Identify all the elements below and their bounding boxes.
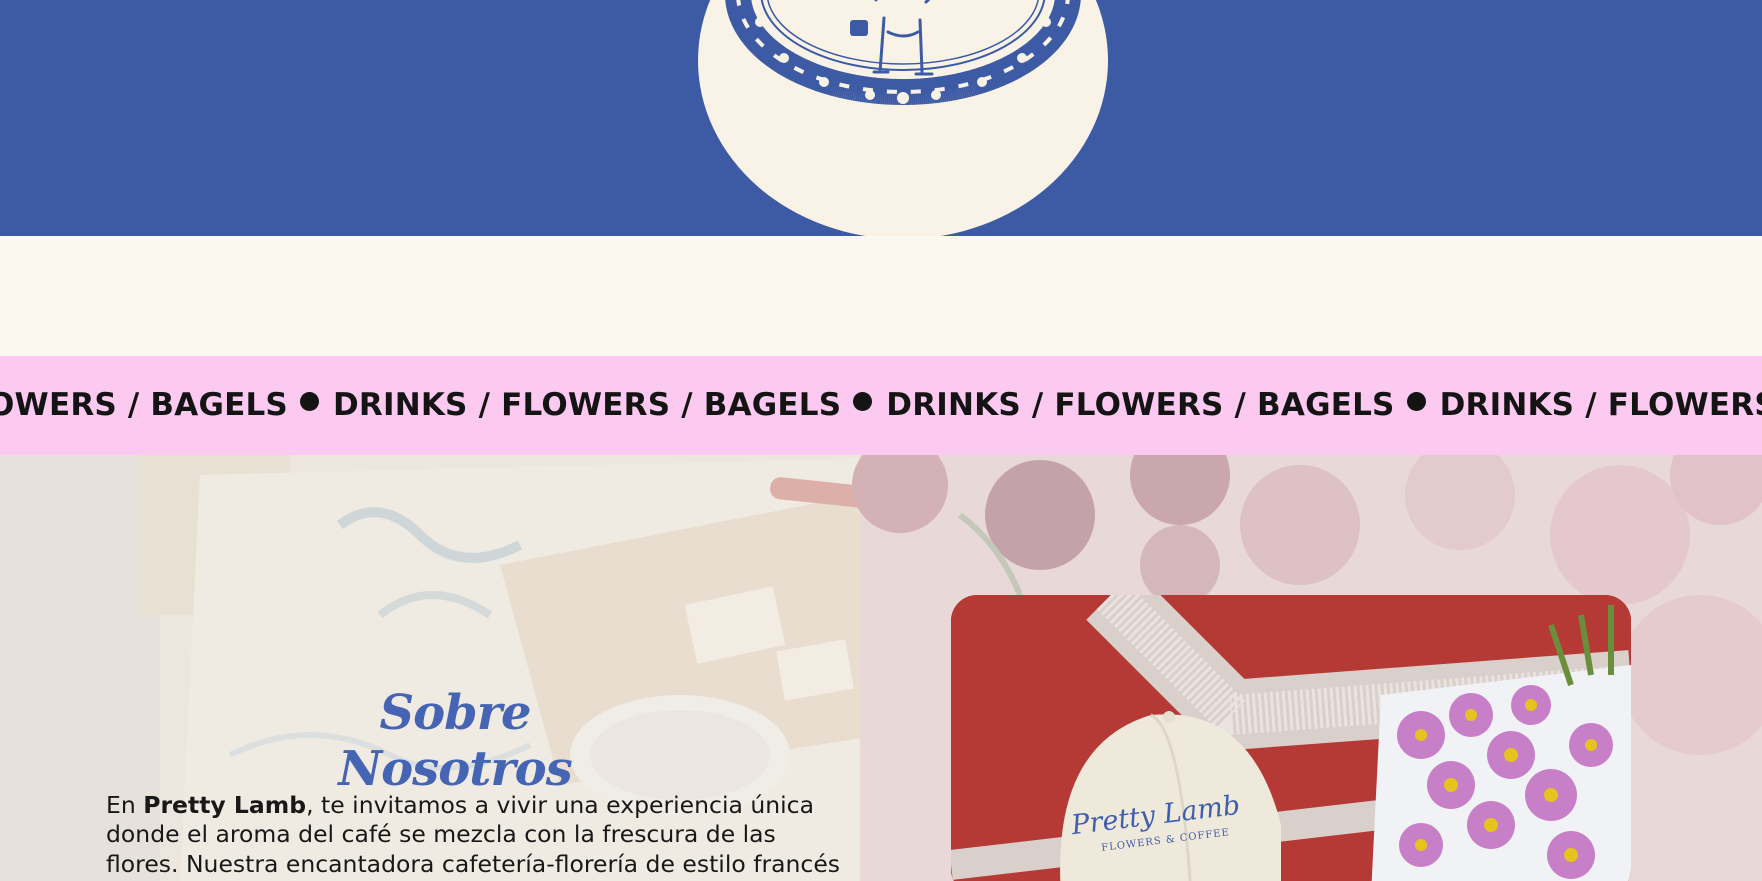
marquee-item: DRINKS / FLOWERS / — [1439, 387, 1762, 423]
category-marquee: OWERS / BAGELS DRINKS / FLOWERS / BAGELS D… — [0, 356, 1762, 455]
marquee-item: OWERS / BAGELS — [0, 387, 288, 423]
marquee-item: DRINKS / FLOWERS / BAGELS — [332, 387, 842, 423]
marquee-track: OWERS / BAGELS DRINKS / FLOWERS / BAGELS D… — [0, 383, 1762, 427]
bullet-dot-icon — [853, 392, 873, 411]
brand-name: Pretty Lamb — [143, 790, 307, 819]
about-text-prefix: En — [106, 790, 144, 819]
marquee-item: DRINKS / FLOWERS / BAGELS — [886, 387, 1395, 423]
bullet-dot-icon — [299, 392, 319, 411]
about-photo: Pretty Lamb FLOWERS & COFFEE — [951, 595, 1631, 881]
pretty-lamb-logo-icon — [725, 0, 1081, 105]
cap-and-flowers-photo — [951, 595, 1631, 881]
about-section: Sobre Nosotros En Pretty Lamb, te invita… — [0, 455, 1762, 881]
bullet-dot-icon — [1406, 392, 1426, 411]
logo-badge[interactable] — [698, 0, 1108, 239]
header-spacer — [0, 236, 1762, 356]
about-description: En Pretty Lamb, te invitamos a vivir una… — [106, 791, 846, 881]
about-title: Sobre Nosotros — [338, 684, 572, 797]
